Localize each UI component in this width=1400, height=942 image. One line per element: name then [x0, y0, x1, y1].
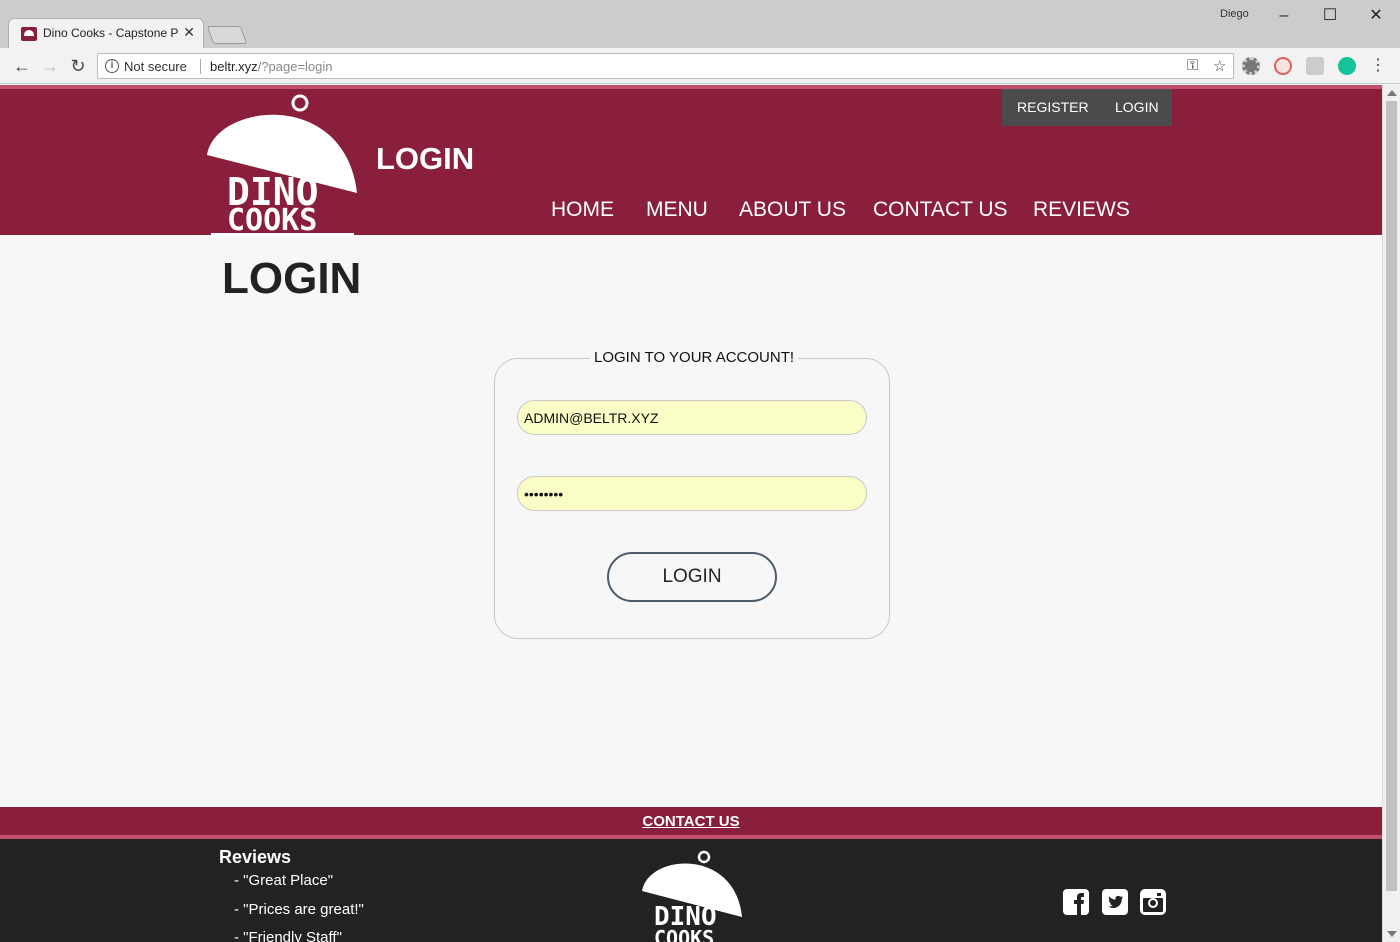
puzzle-extension-icon[interactable]: [1306, 57, 1324, 75]
facebook-icon[interactable]: [1063, 889, 1089, 915]
bookmark-star-icon[interactable]: ☆: [1213, 57, 1226, 75]
footer-contact-link[interactable]: CONTACT US: [0, 813, 1382, 830]
login-link[interactable]: LOGIN: [1115, 99, 1159, 115]
blocker-extension-icon[interactable]: [1274, 57, 1292, 75]
maximize-icon[interactable]: ☐: [1310, 4, 1350, 28]
logo-text-bottom: COOKS: [227, 203, 317, 238]
reload-icon[interactable]: ↻: [66, 54, 90, 78]
nav-home[interactable]: HOME: [551, 198, 614, 222]
login-form-legend: LOGIN TO YOUR ACCOUNT!: [590, 349, 799, 366]
profile-name[interactable]: Diego: [1220, 8, 1249, 20]
login-button[interactable]: LOGIN: [607, 552, 777, 602]
review-item: - "Great Place": [234, 872, 334, 889]
info-icon[interactable]: i: [105, 59, 119, 73]
address-bar[interactable]: i Not secure beltr.xyz/?page=login ⚿ ☆: [97, 53, 1234, 79]
login-form: LOGIN TO YOUR ACCOUNT! LOGIN: [494, 349, 890, 639]
browser-tab[interactable]: Dino Cooks - Capstone P ✕: [8, 18, 204, 48]
tab-title: Dino Cooks - Capstone P: [43, 26, 179, 40]
password-field[interactable]: [517, 476, 867, 511]
nav-contact-us[interactable]: CONTACT US: [873, 198, 1008, 222]
nav-menu[interactable]: MENU: [646, 198, 708, 222]
site-footer: Reviews - "Great Place" - "Prices are gr…: [0, 839, 1382, 942]
review-item: - "Prices are great!": [234, 901, 364, 918]
scroll-thumb[interactable]: [1386, 101, 1397, 891]
dino-cooks-logo[interactable]: DINO COOKS: [205, 93, 360, 238]
twitter-icon[interactable]: [1102, 889, 1128, 915]
auth-bar: REGISTER LOGIN: [1002, 89, 1172, 126]
page-scrollbar[interactable]: [1382, 85, 1400, 942]
review-item: - "Friendly Staff": [234, 929, 342, 942]
nav-about-us[interactable]: ABOUT US: [739, 198, 846, 222]
new-tab-button[interactable]: [206, 26, 248, 44]
footer-logo: DINO COOKS: [642, 850, 742, 942]
window-close-icon[interactable]: ✕: [1356, 4, 1396, 28]
browser-toolbar: ← → ↻ i Not secure beltr.xyz/?page=login…: [0, 48, 1400, 84]
scroll-down-arrow-icon[interactable]: [1387, 931, 1397, 937]
page-title: LOGIN: [222, 254, 362, 303]
nav-reviews[interactable]: REVIEWS: [1033, 198, 1130, 222]
back-arrow-icon[interactable]: ←: [10, 54, 34, 78]
browser-titlebar: Dino Cooks - Capstone P ✕ Diego – ☐ ✕: [0, 0, 1400, 48]
scroll-up-arrow-icon[interactable]: [1387, 90, 1397, 96]
email-field[interactable]: [517, 400, 867, 435]
key-icon[interactable]: ⚿: [1187, 57, 1198, 74]
reviews-title: Reviews: [219, 847, 292, 867]
settings-extension-icon[interactable]: [1242, 57, 1260, 75]
tab-close-icon[interactable]: ✕: [183, 24, 195, 41]
footer-contact-strip: CONTACT US: [0, 807, 1382, 839]
register-link[interactable]: REGISTER: [1017, 99, 1089, 115]
url-text[interactable]: beltr.xyz/?page=login: [210, 59, 333, 74]
favicon-icon: [21, 27, 37, 41]
url-path: /?page=login: [257, 59, 333, 74]
url-host: beltr.xyz: [210, 59, 258, 74]
header-page-label: LOGIN: [376, 141, 475, 176]
instagram-icon[interactable]: [1140, 889, 1166, 915]
forward-arrow-icon[interactable]: →: [38, 54, 62, 78]
security-label[interactable]: Not secure: [124, 59, 187, 74]
site-header: DINO COOKS LOGIN REGISTER LOGIN HOME MEN…: [0, 85, 1382, 238]
browser-menu-icon[interactable]: ⋮: [1366, 54, 1390, 78]
url-separator: [200, 59, 201, 74]
grammarly-icon[interactable]: [1338, 57, 1356, 75]
footer-logo-text-bottom: COOKS: [654, 926, 714, 942]
minimize-icon[interactable]: –: [1264, 4, 1304, 28]
